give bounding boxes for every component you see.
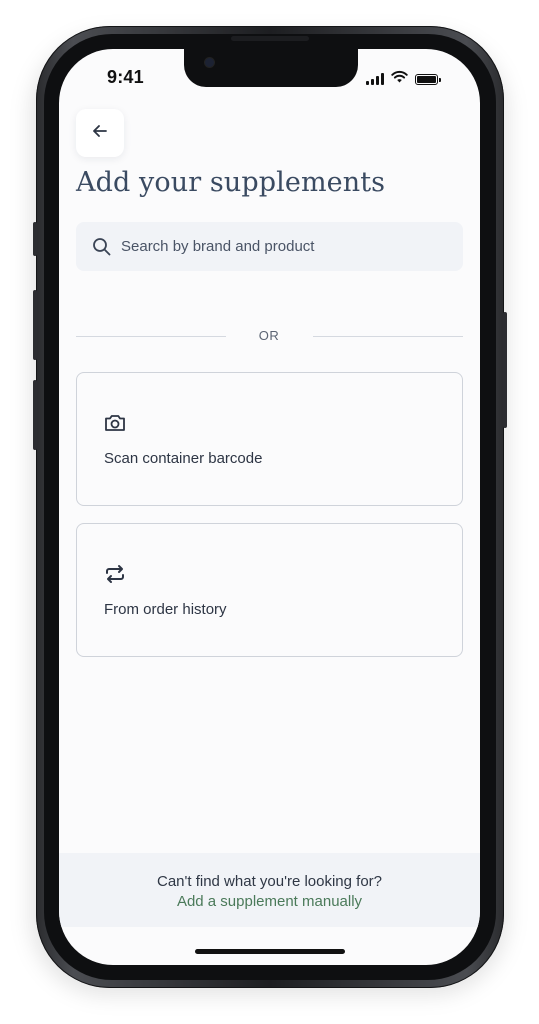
volume-down-button xyxy=(33,380,37,450)
help-text: Can't find what you're looking for? xyxy=(156,873,383,890)
status-icons xyxy=(366,70,441,88)
home-indicator xyxy=(195,949,345,954)
page-title: Add your supplements xyxy=(76,167,386,198)
silent-switch xyxy=(33,222,37,256)
option-label: Scan container barcode xyxy=(104,450,263,467)
front-camera xyxy=(205,58,214,67)
volume-up-button xyxy=(33,290,37,360)
divider-left xyxy=(76,336,226,337)
app-screen: 9:41 Add your supplements Search by bran… xyxy=(59,49,480,965)
divider-right xyxy=(313,336,463,337)
wifi-icon xyxy=(391,70,408,88)
earpiece-speaker xyxy=(231,36,309,41)
manual-add-footer: Can't find what you're looking for? Add … xyxy=(59,853,480,927)
cellular-signal-icon xyxy=(366,73,384,85)
search-icon xyxy=(92,237,112,257)
repeat-icon xyxy=(103,562,127,586)
camera-icon xyxy=(103,411,127,435)
or-label: OR xyxy=(258,328,280,343)
scan-barcode-option[interactable]: Scan container barcode xyxy=(76,372,463,506)
notch xyxy=(184,49,358,87)
back-button[interactable] xyxy=(76,109,124,157)
order-history-option[interactable]: From order history xyxy=(76,523,463,657)
arrow-left-icon xyxy=(91,122,109,145)
search-input[interactable] xyxy=(119,237,443,256)
battery-icon xyxy=(415,73,441,85)
option-label: From order history xyxy=(104,601,227,618)
status-time: 9:41 xyxy=(107,67,144,87)
search-bar[interactable] xyxy=(76,222,463,271)
power-button xyxy=(503,312,507,428)
add-manually-link[interactable]: Add a supplement manually xyxy=(59,893,480,910)
